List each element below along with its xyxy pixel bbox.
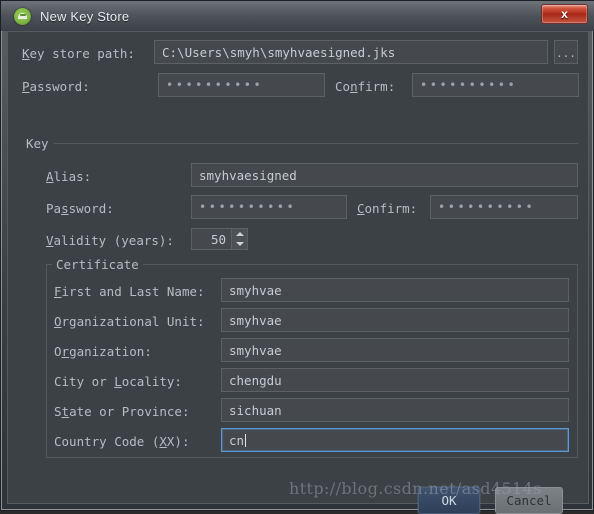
key-store-confirm-input[interactable]: •••••••••• bbox=[412, 73, 579, 97]
key-store-password-input[interactable]: •••••••••• bbox=[158, 73, 325, 97]
key-password-input[interactable]: •••••••••• bbox=[191, 195, 347, 219]
text-caret bbox=[245, 433, 247, 447]
browse-button[interactable]: ... bbox=[554, 40, 578, 64]
state-province-label: State or Province: bbox=[54, 404, 190, 419]
validity-value[interactable]: 50 bbox=[192, 229, 231, 249]
ok-button[interactable]: OK bbox=[418, 487, 480, 514]
key-confirm-input[interactable]: •••••••••• bbox=[430, 195, 578, 219]
android-studio-icon bbox=[14, 7, 31, 25]
certificate-group-title: Certificate bbox=[52, 257, 143, 272]
first-last-name-input[interactable]: smyhvae bbox=[221, 278, 569, 302]
country-code-value: cn bbox=[229, 432, 245, 448]
city-locality-input[interactable]: chengdu bbox=[221, 368, 569, 392]
state-province-input[interactable]: sichuan bbox=[221, 398, 569, 422]
key-group-divider bbox=[54, 143, 578, 144]
first-last-name-label: First and Last Name: bbox=[54, 284, 205, 299]
chevron-up-icon bbox=[235, 232, 244, 236]
organizational-unit-label: Organizational Unit: bbox=[54, 314, 205, 329]
validity-stepper-buttons[interactable] bbox=[231, 229, 247, 249]
city-locality-label: City or Locality: bbox=[54, 374, 182, 389]
key-store-password-label: Password: bbox=[22, 79, 90, 94]
key-store-confirm-label: Confirm: bbox=[335, 79, 396, 94]
key-group-title: Key bbox=[22, 136, 53, 151]
validity-stepper[interactable]: 50 bbox=[191, 228, 248, 250]
alias-input[interactable]: smyhvaesigned bbox=[191, 163, 578, 187]
new-key-store-window: New Key Store x Key store path: C:\Users… bbox=[0, 0, 594, 514]
window-title: New Key Store bbox=[40, 8, 130, 24]
key-confirm-label: Confirm: bbox=[357, 201, 418, 216]
title-bar[interactable]: New Key Store x bbox=[1, 1, 594, 31]
key-password-label: Password: bbox=[46, 201, 114, 216]
organization-label: Organization: bbox=[54, 344, 152, 359]
dialog-content: Key store path: C:\Users\smyh\smyhvaesig… bbox=[7, 31, 589, 514]
stepper-up-button[interactable] bbox=[232, 229, 247, 239]
validity-label: Validity (years): bbox=[46, 233, 174, 248]
stepper-down-button[interactable] bbox=[232, 239, 247, 249]
close-icon[interactable]: x bbox=[541, 4, 588, 24]
organizational-unit-input[interactable]: smyhvae bbox=[221, 308, 569, 332]
country-code-label: Country Code (XX): bbox=[54, 434, 190, 449]
alias-label: Alias: bbox=[46, 169, 92, 184]
key-store-path-input[interactable]: C:\Users\smyh\smyhvaesigned.jks bbox=[154, 40, 548, 64]
chevron-down-icon bbox=[235, 242, 244, 246]
cancel-button[interactable]: Cancel bbox=[495, 487, 563, 514]
organization-input[interactable]: smyhvae bbox=[221, 338, 569, 362]
country-code-input[interactable]: cn bbox=[221, 428, 569, 452]
key-store-path-label: Key store path: bbox=[22, 46, 135, 61]
